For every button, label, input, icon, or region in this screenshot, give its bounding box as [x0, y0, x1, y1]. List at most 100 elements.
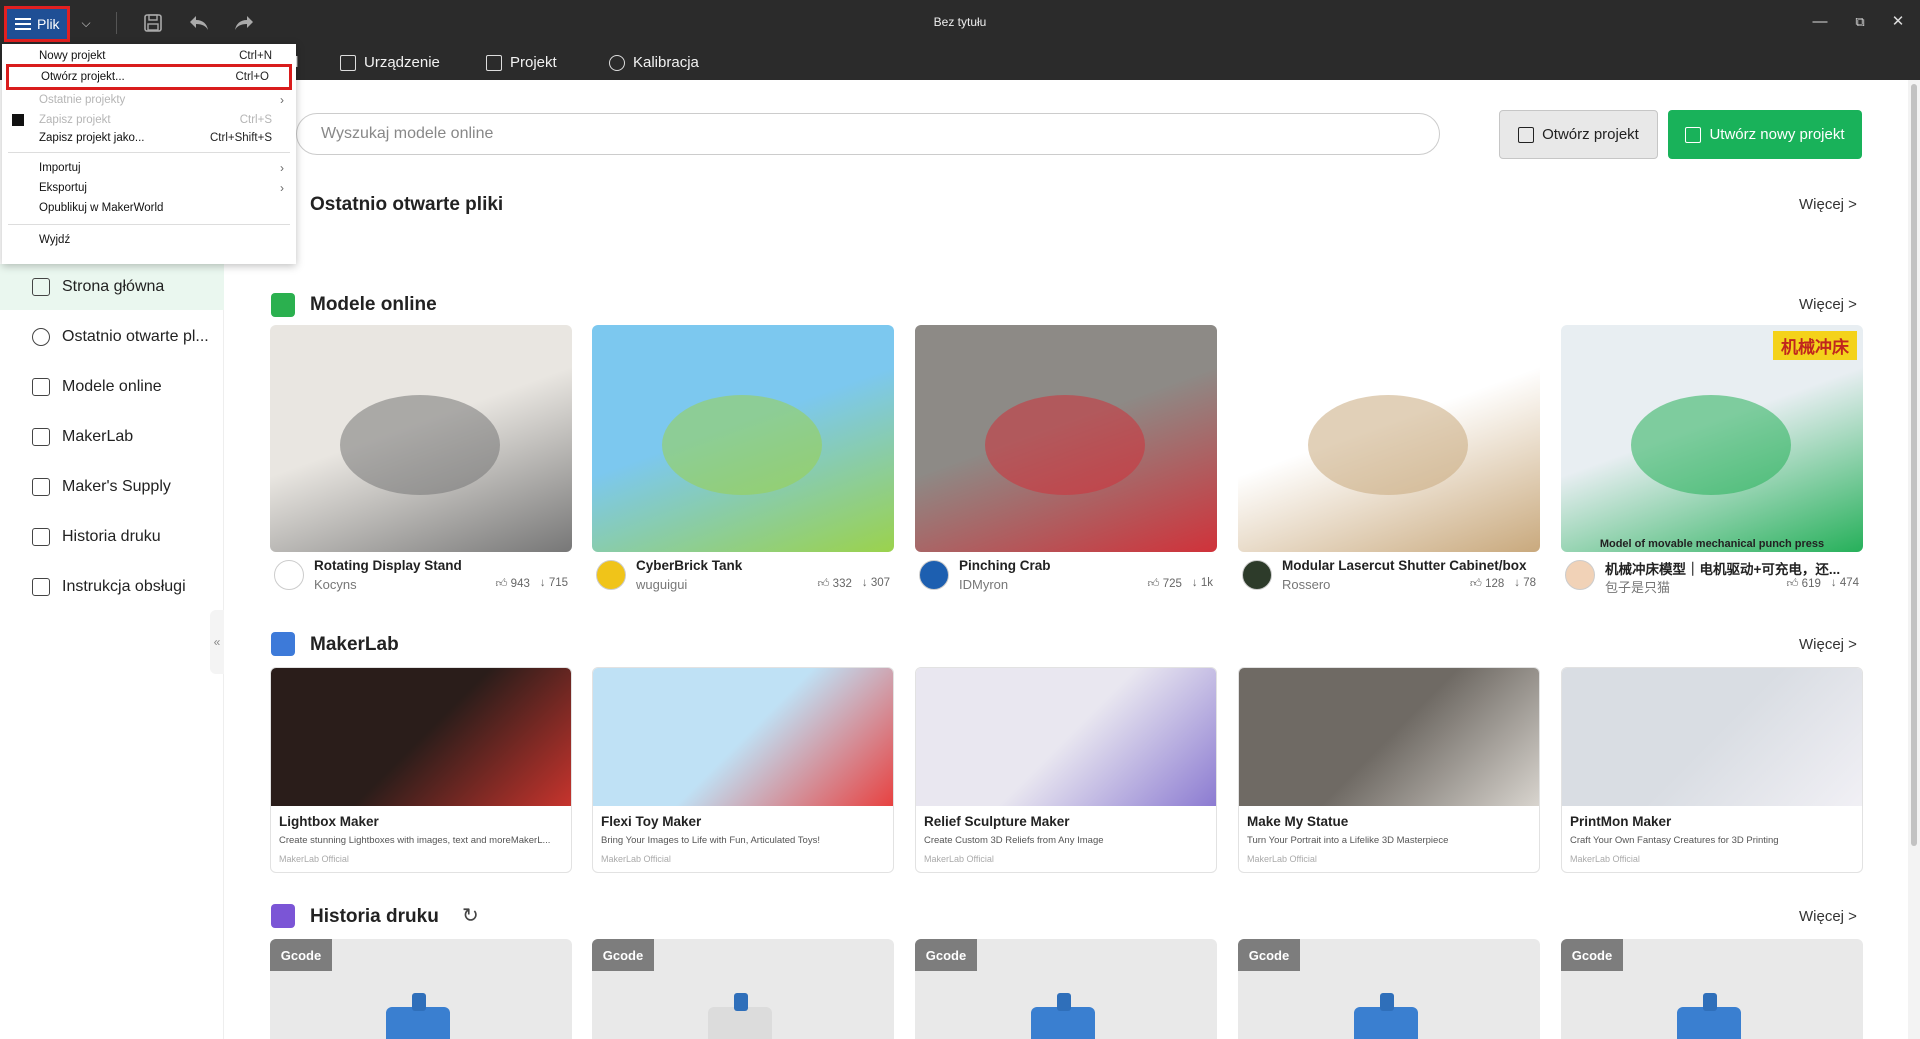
cube-icon	[271, 632, 295, 656]
search-input[interactable]: Wyszukaj modele online	[296, 113, 1440, 155]
makerlab-card[interactable]: Make My Statue Turn Your Portrait into a…	[1238, 667, 1540, 873]
menu-item-import[interactable]: Importuj ›	[2, 158, 296, 178]
refresh-icon[interactable]: ↻	[462, 903, 479, 928]
sidebar-item-label: Maker's Supply	[62, 478, 171, 495]
print-preview-model	[1354, 993, 1418, 1039]
gcode-badge: Gcode	[270, 939, 332, 971]
menu-item-exit[interactable]: Wyjdź	[2, 230, 296, 250]
menu-item-save-project-as[interactable]: Zapisz projekt jako... Ctrl+Shift+S	[2, 128, 296, 148]
minimize-icon[interactable]: —	[1810, 12, 1830, 32]
close-icon[interactable]: ✕	[1888, 12, 1908, 32]
print-preview-model	[386, 993, 450, 1039]
window-title: Bez tytułu	[933, 15, 987, 29]
avatar[interactable]	[1242, 560, 1272, 590]
like-count: 👍︎ 128	[1469, 578, 1505, 590]
menu-item-publish-makerworld[interactable]: Opublikuj w MakerWorld	[2, 198, 296, 218]
print-history-card[interactable]: Gcode	[270, 939, 572, 1039]
model-stats: 👍︎ 128 ↓ 78	[1470, 577, 1536, 591]
model-name[interactable]: 机械冲床模型｜电机驱动+可充电，还...	[1605, 558, 1855, 578]
model-card[interactable]: Rotating Display Stand Kocyns 👍︎ 943 ↓ 7…	[270, 325, 572, 595]
download-count-value: 78	[1523, 577, 1536, 589]
model-card[interactable]: 机械冲床 Model of movable mechanical punch pr…	[1561, 325, 1863, 595]
model-thumbnail-shape	[1308, 395, 1468, 495]
menu-item-open-project[interactable]: Otwórz projekt... Ctrl+O	[6, 64, 292, 90]
print-history-card[interactable]: Gcode	[592, 939, 894, 1039]
menu-item-export[interactable]: Eksportuj ›	[2, 178, 296, 198]
recent-more-link[interactable]: Więcej >	[1799, 196, 1857, 213]
model-stats: 👍︎ 943 ↓ 715	[495, 577, 568, 591]
download-count: ↓ 474	[1830, 577, 1859, 589]
model-thumbnail[interactable]	[270, 325, 572, 552]
restore-icon[interactable]: ⧉	[1850, 12, 1870, 32]
makerlab-thumbnail[interactable]	[271, 668, 571, 806]
makerlab-card[interactable]: Relief Sculpture Maker Create Custom 3D …	[915, 667, 1217, 873]
makerlab-card[interactable]: Lightbox Maker Create stunning Lightboxe…	[270, 667, 572, 873]
model-card[interactable]: Pinching Crab IDMyron 👍︎ 725 ↓ 1k	[915, 325, 1217, 595]
model-card[interactable]: CyberBrick Tank wuguigui 👍︎ 332 ↓ 307	[592, 325, 894, 595]
home-icon	[32, 278, 50, 296]
sidebar-item-online-models[interactable]: Modele online	[0, 364, 224, 410]
cube-icon	[32, 428, 50, 446]
tab-project[interactable]: Projekt	[486, 54, 557, 71]
model-thumbnail[interactable]	[915, 325, 1217, 552]
model-name[interactable]: Rotating Display Stand	[314, 558, 564, 573]
makerlab-thumbnail[interactable]	[1239, 668, 1539, 806]
grid-icon	[271, 293, 295, 317]
makerlab-card[interactable]: PrintMon Maker Craft Your Own Fantasy Cr…	[1561, 667, 1863, 873]
model-thumbnail-shape	[1631, 395, 1791, 495]
sidebar-item-makerlab[interactable]: MakerLab	[0, 414, 224, 460]
chevron-right-icon: ›	[280, 93, 284, 107]
menu-item-new-project[interactable]: Nowy projekt Ctrl+N	[2, 46, 296, 66]
model-author[interactable]: IDMyron	[959, 577, 1008, 592]
makerlab-thumbnail[interactable]	[916, 668, 1216, 806]
makerlab-owner: MakerLab Official	[1570, 854, 1640, 864]
model-thumbnail[interactable]	[1238, 325, 1540, 552]
avatar[interactable]	[596, 560, 626, 590]
makerlab-name: Relief Sculpture Maker	[924, 814, 1070, 829]
model-author[interactable]: wuguigui	[636, 577, 687, 592]
scrollbar-thumb[interactable]	[1911, 84, 1917, 846]
book-icon	[32, 578, 50, 596]
print-history-card[interactable]: Gcode	[1238, 939, 1540, 1039]
tab-device[interactable]: Urządzenie	[340, 54, 440, 71]
tab-calibration[interactable]: Kalibracja	[609, 54, 699, 71]
print-preview-model	[708, 993, 772, 1039]
sidebar-item-print-history[interactable]: Historia druku	[0, 514, 224, 560]
sidebar-item-label: Historia druku	[62, 528, 161, 545]
model-name[interactable]: Modular Lasercut Shutter Cabinet/box	[1282, 558, 1532, 573]
model-thumbnail[interactable]	[592, 325, 894, 552]
sidebar-item-manual[interactable]: Instrukcja obsługi	[0, 564, 224, 610]
like-count: 👍︎ 725	[1147, 578, 1182, 590]
avatar[interactable]	[274, 560, 304, 590]
menu-item-label: Nowy projekt	[39, 50, 106, 62]
history-more-link[interactable]: Więcej >	[1799, 908, 1857, 925]
makerlab-thumbnail[interactable]	[1562, 668, 1862, 806]
project-icon	[486, 54, 502, 71]
model-author[interactable]: 包子是只猫	[1605, 577, 1670, 596]
grid-icon	[32, 378, 50, 396]
sidebar-item-home[interactable]: Strona główna	[0, 264, 224, 310]
sidebar-collapse-button[interactable]: «	[210, 610, 224, 674]
model-thumbnail[interactable]: 机械冲床 Model of movable mechanical punch pr…	[1561, 325, 1863, 552]
sidebar-item-recent[interactable]: Ostatnio otwarte pl...	[0, 314, 224, 360]
avatar[interactable]	[919, 560, 949, 590]
avatar[interactable]	[1565, 560, 1595, 590]
print-history-card[interactable]: Gcode	[1561, 939, 1863, 1039]
model-name[interactable]: CyberBrick Tank	[636, 558, 886, 573]
print-history-card[interactable]: Gcode	[915, 939, 1217, 1039]
online-more-link[interactable]: Więcej >	[1799, 296, 1857, 313]
gcode-badge: Gcode	[1561, 939, 1623, 971]
makerlab-card[interactable]: Flexi Toy Maker Bring Your Images to Lif…	[592, 667, 894, 873]
new-project-button[interactable]: Utwórz nowy projekt	[1668, 110, 1862, 159]
model-author[interactable]: Kocyns	[314, 577, 357, 592]
model-card[interactable]: Modular Lasercut Shutter Cabinet/box Ros…	[1238, 325, 1540, 595]
makerlab-more-link[interactable]: Więcej >	[1799, 636, 1857, 653]
sidebar-item-makers-supply[interactable]: Maker's Supply	[0, 464, 224, 510]
model-overlay-text: 机械冲床	[1773, 331, 1857, 360]
makerlab-name: Lightbox Maker	[279, 814, 379, 829]
model-author[interactable]: Rossero	[1282, 577, 1330, 592]
makerlab-thumbnail[interactable]	[593, 668, 893, 806]
model-name[interactable]: Pinching Crab	[959, 558, 1209, 573]
scrollbar[interactable]	[1908, 80, 1920, 1039]
open-project-button[interactable]: Otwórz projekt	[1499, 110, 1658, 159]
